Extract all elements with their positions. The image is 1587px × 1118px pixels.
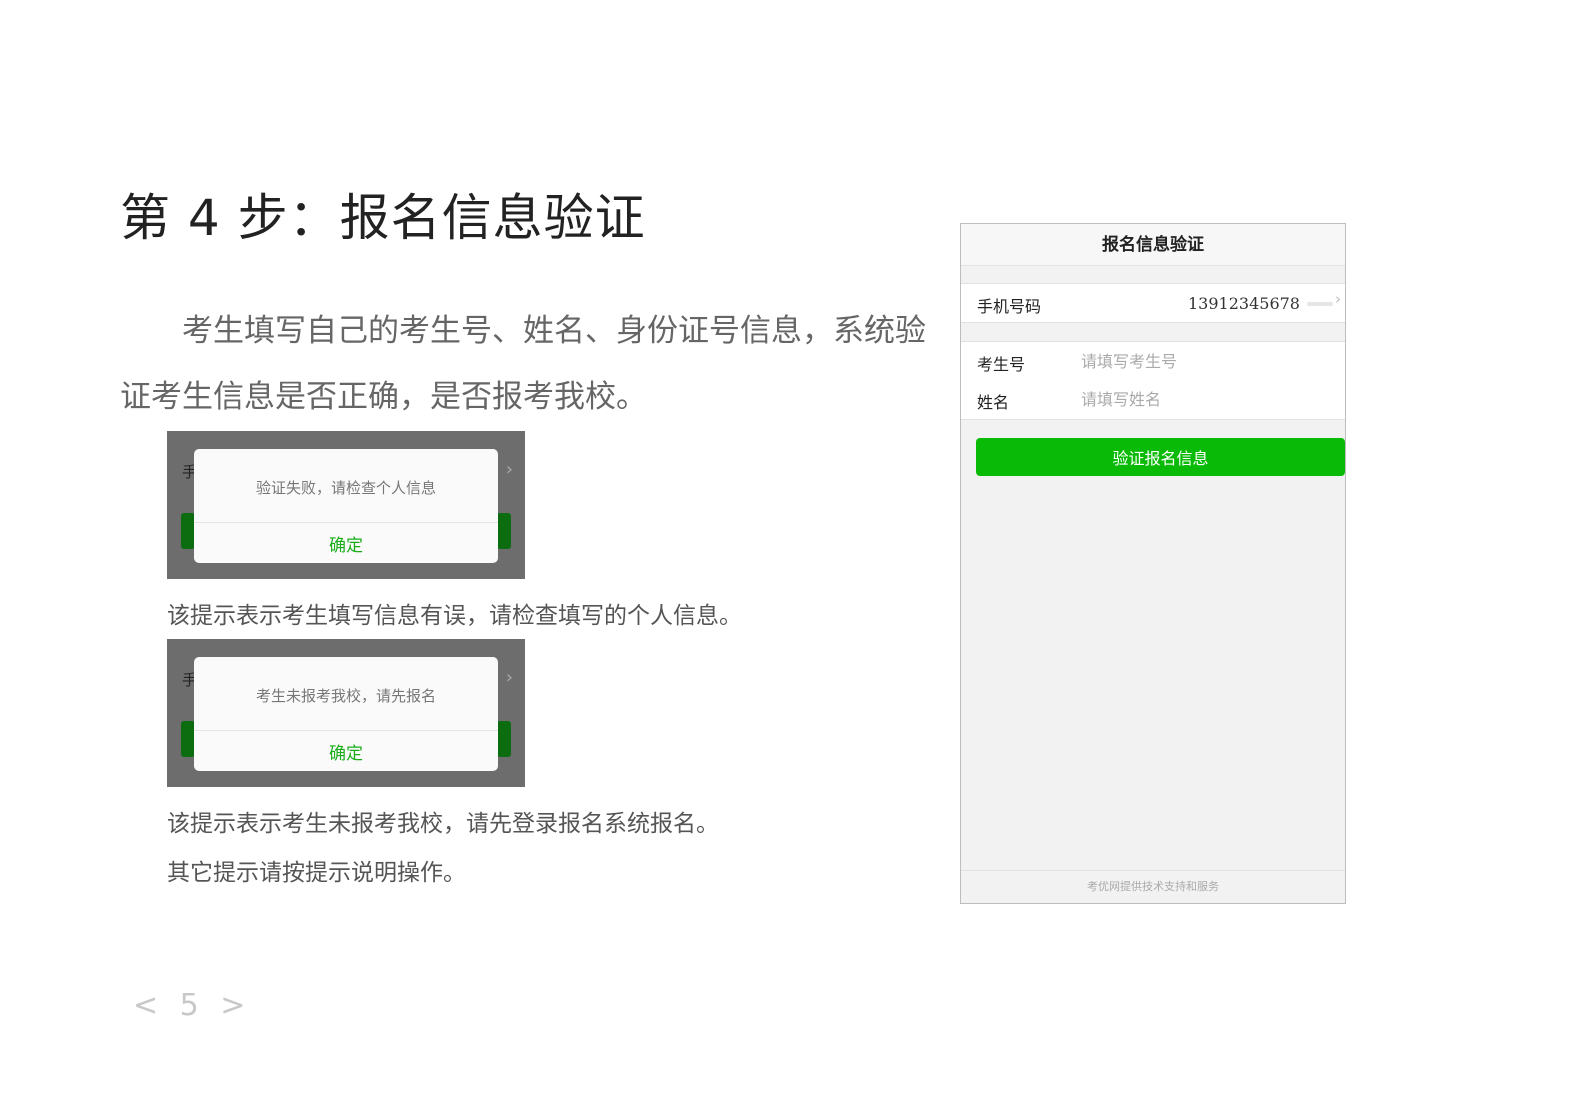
alert-message: 验证失败，请检查个人信息	[194, 449, 498, 523]
chevron-right-icon: ›	[505, 459, 513, 480]
background-button-edge	[497, 513, 511, 549]
phone-number-label: 手机号码	[977, 297, 1042, 316]
footer-credit: 考优网提供技术支持和服务	[961, 870, 1345, 903]
chevron-right-icon: ›	[505, 667, 513, 688]
intro-paragraph: 考生填写自己的考生号、姓名、身份证号信息，系统验证考生信息是否正确，是否报考我校…	[120, 313, 926, 415]
other-tips-note: 其它提示请按提示说明操作。	[167, 860, 466, 886]
dialog-caption-2: 该提示表示考生未报考我校，请先登录报名系统报名。	[167, 811, 719, 837]
page-title: 第 4 步：报名信息验证	[120, 189, 646, 247]
phone-screenshot: 报名信息验证 手机号码 13912345678 › 考生号 姓名 验证报名信息 …	[960, 223, 1346, 904]
blurred-text	[1307, 302, 1333, 306]
page-number: < 5 >	[133, 988, 252, 1023]
screen-header: 报名信息验证	[961, 224, 1345, 266]
background-button-edge	[181, 513, 195, 549]
confirm-button[interactable]: 确定	[194, 523, 498, 563]
phone-number-value: 13912345678	[1188, 294, 1300, 313]
verify-button[interactable]: 验证报名信息	[976, 438, 1345, 476]
error-dialog-screenshot-2: 手 › 考生未报考我校，请先报名 确定	[167, 639, 525, 787]
alert-message: 考生未报考我校，请先报名	[194, 657, 498, 731]
chevron-right-icon: ›	[1335, 290, 1341, 308]
background-button-edge	[497, 721, 511, 757]
alert-dialog: 考生未报考我校，请先报名 确定	[194, 657, 498, 771]
name-input[interactable]	[1081, 388, 1331, 410]
error-dialog-screenshot-1: 手 › 验证失败，请检查个人信息 确定	[167, 431, 525, 579]
exam-number-input[interactable]	[1081, 350, 1331, 372]
phone-number-row[interactable]: 手机号码 13912345678 ›	[961, 283, 1345, 323]
name-row: 姓名	[961, 380, 1345, 420]
name-label: 姓名	[977, 393, 1010, 412]
confirm-button[interactable]: 确定	[194, 731, 498, 771]
alert-dialog: 验证失败，请检查个人信息 确定	[194, 449, 498, 563]
exam-number-row: 考生号	[961, 341, 1345, 381]
dialog-caption-1: 该提示表示考生填写信息有误，请检查填写的个人信息。	[167, 603, 742, 629]
exam-number-label: 考生号	[977, 355, 1026, 374]
background-button-edge	[181, 721, 195, 757]
